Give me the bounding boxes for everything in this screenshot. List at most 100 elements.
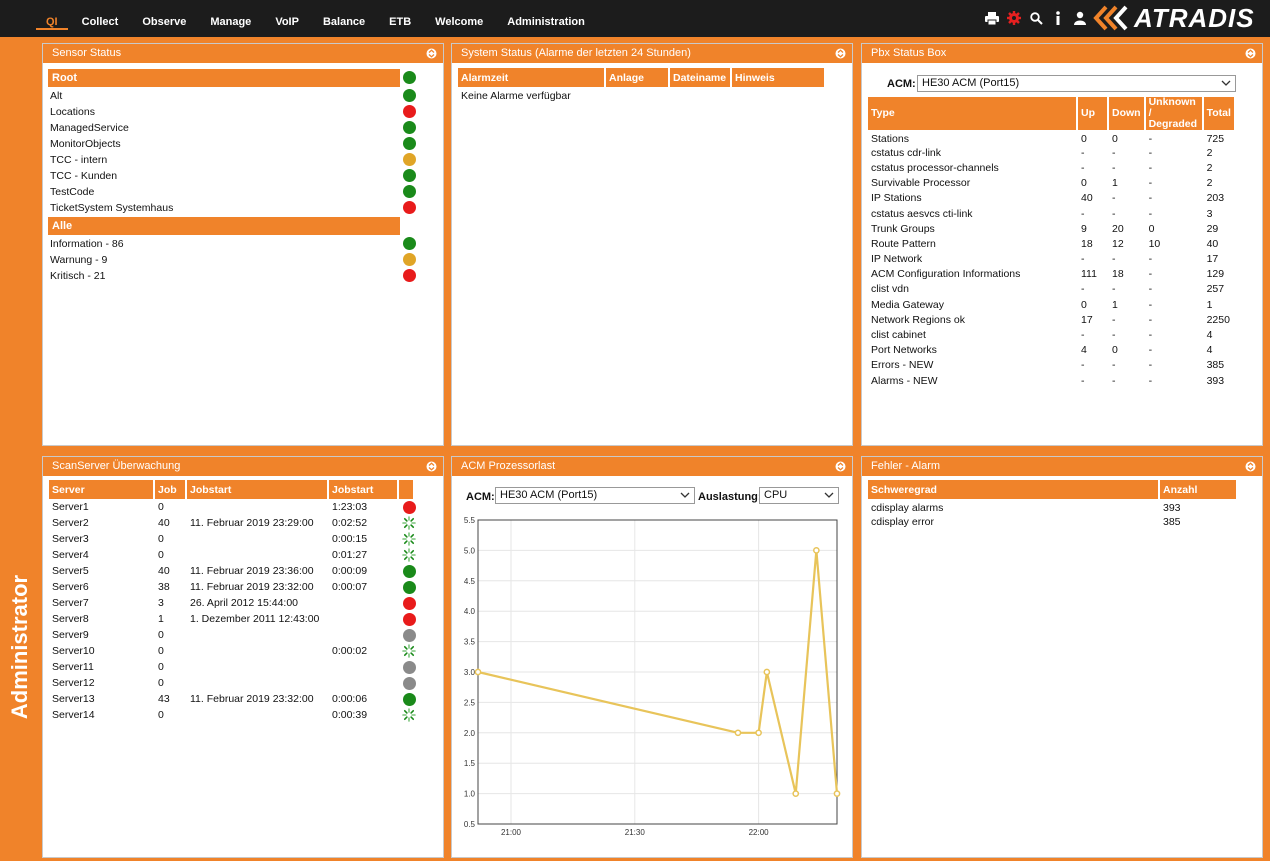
print-icon[interactable] [984, 9, 1000, 27]
status-cell [399, 531, 416, 547]
column-header[interactable]: Down [1109, 97, 1144, 130]
load-label: Auslastung: [698, 491, 762, 503]
table-row: Server12 0 [49, 675, 416, 691]
sensor-item[interactable]: MonitorObjects [48, 136, 400, 152]
column-header[interactable]: Alarmzeit [458, 68, 604, 87]
settings-gear-icon[interactable] [1006, 9, 1022, 27]
table-cell: IP Stations [871, 192, 922, 205]
table-cell: 0 [158, 629, 164, 641]
table-cell: 0 [1148, 222, 1155, 235]
column-header[interactable]: Jobstart [329, 480, 397, 499]
column-header[interactable]: Unknown / Degraded [1145, 97, 1202, 130]
nav-item-manage[interactable]: Manage [198, 0, 263, 37]
table-cell: 20 [1112, 222, 1124, 235]
system-status-panel: System Status (Alarme der letzten 24 Stu… [451, 43, 853, 446]
sensor-item[interactable]: TicketSystem Systemhaus [48, 200, 400, 216]
table-row: Server13 43 11. Februar 2019 23:32:00 0:00:… [49, 691, 416, 707]
sensor-item[interactable]: Kritisch - 21 [48, 268, 400, 284]
sensor-item[interactable]: TestCode [48, 184, 400, 200]
sensor-group-all[interactable]: Alle [48, 217, 400, 235]
status-dot [403, 693, 416, 706]
sensor-item[interactable]: TCC - Kunden [48, 168, 400, 184]
table-cell: 17 [1206, 253, 1219, 266]
table-cell: - [1081, 374, 1085, 387]
table-row: clist cabinet - - - 4 [868, 327, 1234, 342]
sensor-item[interactable]: Locations [48, 104, 400, 120]
table-cell: 1 [1206, 298, 1213, 311]
table-cell [187, 675, 327, 691]
logo-text: ATRADIS [1134, 2, 1255, 33]
collapse-icon[interactable] [1245, 461, 1256, 472]
column-header[interactable]: Schweregrad [868, 480, 1158, 499]
acm-select[interactable]: HE30 ACM (Port15) [495, 487, 695, 504]
collapse-icon[interactable] [1245, 48, 1256, 59]
sensor-item[interactable]: ManagedService [48, 120, 400, 136]
column-header[interactable]: Dateiname [670, 68, 730, 87]
status-dot [403, 613, 416, 626]
column-header[interactable]: Job [155, 480, 185, 499]
search-icon[interactable] [1028, 9, 1044, 27]
column-header[interactable]: Type [868, 97, 1076, 130]
table-cell: Survivable Processor [871, 177, 971, 190]
role-label: Administrator [7, 574, 32, 720]
data-point[interactable] [813, 547, 820, 554]
column-header[interactable]: Up [1078, 97, 1107, 130]
table-cell: 0 [158, 645, 164, 657]
data-point[interactable] [792, 790, 800, 797]
collapse-icon[interactable] [426, 461, 437, 472]
data-point[interactable] [763, 668, 771, 676]
nav-item-observe[interactable]: Observe [130, 0, 198, 37]
table-cell [187, 643, 327, 659]
sensor-group-root[interactable]: Root [48, 69, 400, 87]
status-dot [403, 565, 416, 578]
sensor-item[interactable]: TCC - intern [48, 152, 400, 168]
info-icon[interactable] [1050, 9, 1066, 27]
sensor-item[interactable]: Warnung - 9 [48, 252, 400, 268]
table-cell: 40 [1081, 192, 1093, 205]
data-point[interactable] [833, 790, 841, 797]
status-cell [399, 627, 416, 643]
nav-item-collect[interactable]: Collect [70, 0, 131, 37]
collapse-icon[interactable] [426, 48, 437, 59]
data-point[interactable] [734, 729, 742, 737]
table-cell: Server13 [52, 693, 95, 705]
chevron-down-icon [680, 492, 690, 498]
table-cell: 11. Februar 2019 23:36:00 [190, 565, 314, 577]
column-header[interactable] [399, 480, 413, 499]
column-header[interactable]: Jobstart [187, 480, 327, 499]
status-cell [399, 563, 416, 579]
column-header[interactable]: Hinweis [732, 68, 824, 87]
nav-item-administration[interactable]: Administration [495, 0, 597, 37]
table-cell: Server6 [52, 581, 89, 593]
table-cell: 11. Februar 2019 23:32:00 [190, 693, 314, 705]
nav-item-welcome[interactable]: Welcome [423, 0, 495, 37]
column-header[interactable]: Server [49, 480, 153, 499]
acm-select[interactable]: HE30 ACM (Port15) [917, 75, 1236, 92]
table-row: Server1 0 1:23:03 [49, 499, 416, 515]
panel-header: System Status (Alarme der letzten 24 Stu… [452, 44, 852, 63]
column-header[interactable]: Total [1203, 97, 1234, 130]
data-point[interactable] [474, 668, 482, 676]
collapse-icon[interactable] [835, 48, 846, 59]
nav-item-balance[interactable]: Balance [311, 0, 377, 37]
table-cell: 0 [1081, 298, 1087, 311]
column-header[interactable]: Anzahl [1160, 480, 1236, 499]
column-header[interactable]: Anlage [606, 68, 668, 87]
user-icon[interactable] [1072, 9, 1088, 27]
acm-select-value: HE30 ACM (Port15) [922, 77, 1020, 89]
table-cell: 2 [1206, 161, 1213, 174]
nav-item-etb[interactable]: ETB [377, 0, 423, 37]
sensor-item[interactable]: Information - 86 [48, 236, 400, 252]
sensor-item[interactable]: Alt [48, 88, 400, 104]
data-point[interactable] [755, 729, 762, 737]
scanserver-table: Server Job Jobstart Jobstart Server1 0 1:23:0… [47, 480, 416, 723]
panel-title: Fehler - Alarm [871, 460, 941, 472]
table-cell [187, 627, 327, 643]
status-cell [399, 579, 416, 595]
nav-item-qi[interactable]: QI [34, 0, 70, 37]
load-select[interactable]: CPU [759, 487, 839, 504]
table-cell [329, 659, 397, 675]
table-cell: - [1148, 192, 1153, 205]
collapse-icon[interactable] [835, 461, 846, 472]
nav-item-voip[interactable]: VoIP [263, 0, 311, 37]
